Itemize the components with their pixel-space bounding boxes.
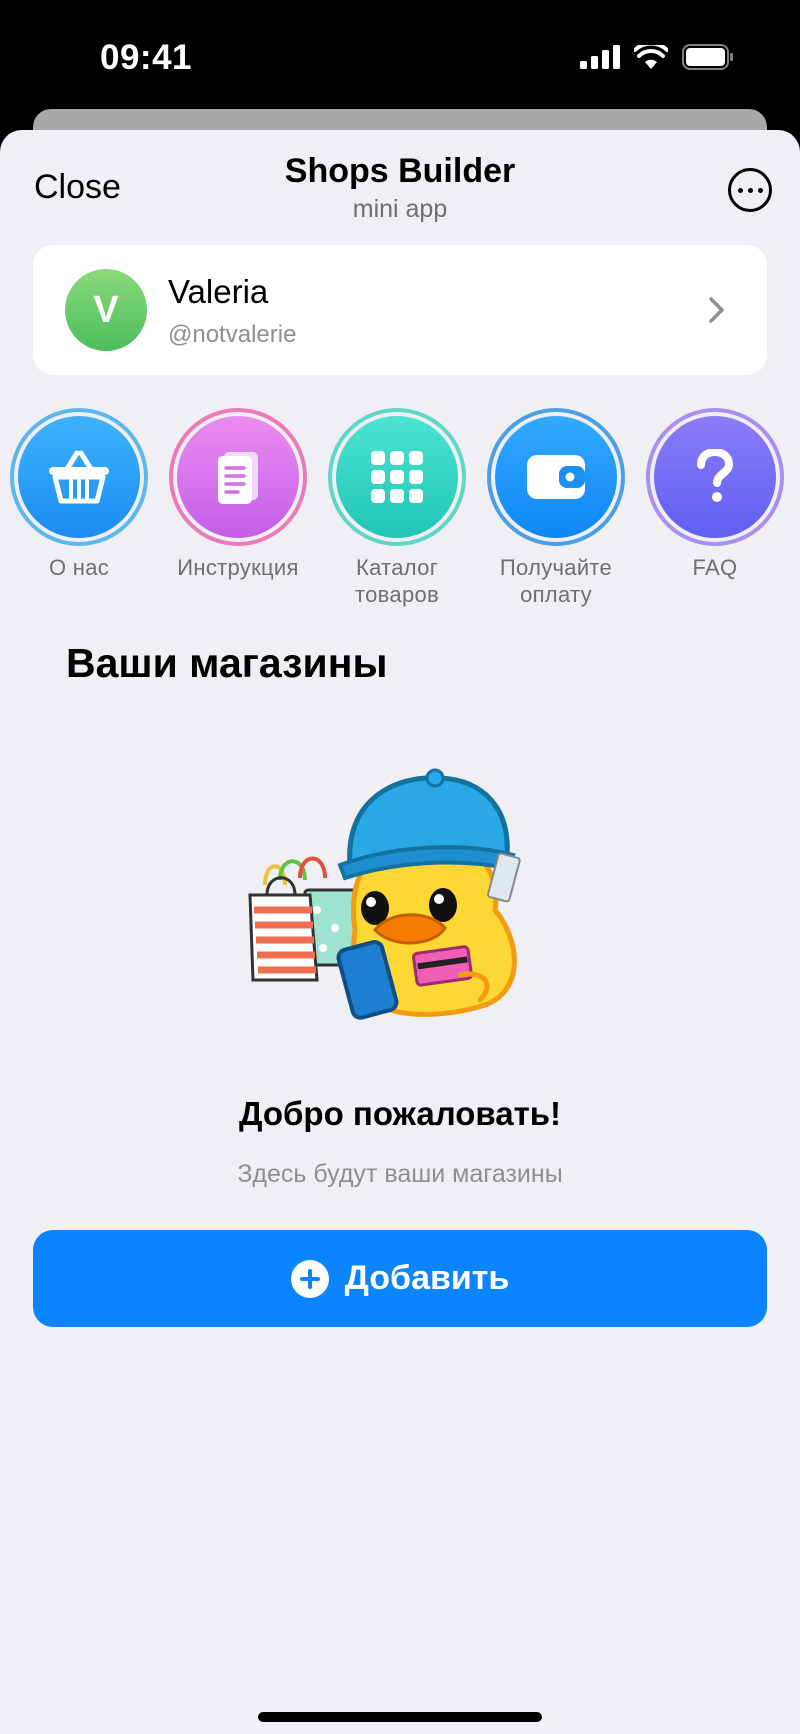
wifi-icon [634,45,668,69]
section-title: Ваши магазины [66,640,388,686]
action-get-paid[interactable]: Получайте оплату [476,408,636,608]
app-subtitle: mini app [352,195,448,223]
more-options-button[interactable] [728,168,772,212]
action-catalog[interactable]: Каталог товаров [317,408,477,608]
home-indicator [258,1712,542,1722]
mini-app-sheet: Close Shops Builder mini app V Valeria @… [0,130,800,1734]
basket-icon [49,450,109,504]
quick-actions: О нас Инструкция Каталог товаров Получай… [0,408,800,608]
wallet-icon [527,455,585,499]
more-dot-icon [747,187,753,193]
question-icon [697,449,734,502]
action-circle [332,412,462,542]
plus-circle-icon [290,1259,329,1298]
action-label: Инструкция [177,555,299,580]
chevron-right-icon [709,297,724,323]
action-circle [173,412,303,542]
app-title: Shops Builder [284,152,516,190]
action-label: FAQ [692,555,738,580]
action-circle [14,412,144,542]
profile-handle: @notvalerie [168,321,297,348]
action-about[interactable]: О нас [0,408,159,581]
duck-shopping-illustration [248,768,521,1020]
more-dot-icon [757,187,763,193]
header: Close Shops Builder mini app [0,130,800,240]
profile-name: Valeria [168,273,269,310]
title-group: Shops Builder mini app [0,152,800,224]
welcome-subtitle: Здесь будут ваши магазины [237,1160,563,1188]
signal-icon [580,45,620,69]
action-circle [491,412,621,542]
profile-card[interactable]: V Valeria @notvalerie [33,245,767,375]
document-icon [218,452,258,504]
action-label: Каталог товаров [355,555,439,607]
status-icons [580,44,734,70]
battery-icon [682,44,733,70]
welcome-title: Добро пожаловать! [238,1095,562,1132]
grid-icon [371,451,423,503]
add-shop-button[interactable]: Добавить [33,1230,767,1327]
action-ring [328,408,466,546]
action-ring [646,408,784,546]
action-ring [169,408,307,546]
avatar: V [65,269,147,351]
status-time: 09:41 [100,38,193,77]
action-ring [10,408,148,546]
add-button-label: Добавить [344,1259,510,1297]
action-label: О нас [48,555,110,580]
action-ring [487,408,625,546]
action-faq[interactable]: FAQ [635,408,795,581]
action-circle [650,412,780,542]
action-label: Получайте оплату [499,555,613,607]
more-dot-icon [737,187,743,193]
action-instructions[interactable]: Инструкция [158,408,318,581]
status-bar: 09:41 [0,0,800,118]
